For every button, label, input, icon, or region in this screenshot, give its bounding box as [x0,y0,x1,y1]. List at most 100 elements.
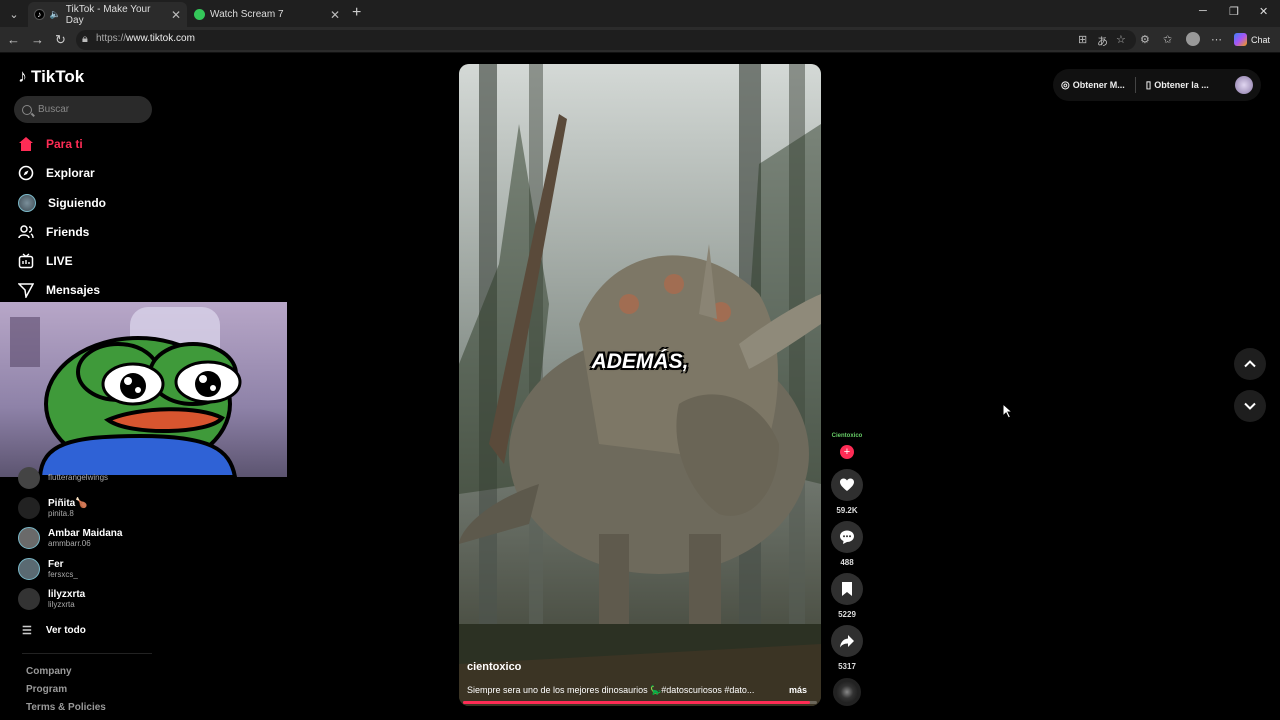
forward-button[interactable]: → [31,32,44,47]
following-row[interactable]: flutterangelwings [18,467,108,489]
following-row[interactable]: lilyzxrta lilyzxrta [18,588,85,610]
avatar [18,588,40,610]
tiktok-note-icon: ♪ [18,66,27,86]
favorite-star-icon[interactable]: ☆ [1116,33,1126,46]
video-progress-bar[interactable] [463,701,817,704]
get-app-button[interactable]: ▯ Obtener la ... [1146,80,1209,91]
tab-watch-scream[interactable]: Watch Scream 7 ✕ [188,2,346,27]
search-bar[interactable] [14,96,152,123]
extensions-icon[interactable]: ⚙ [1140,33,1150,46]
avatar [18,558,40,580]
nav-label: Explorar [46,166,95,180]
speaker-icon[interactable]: 🔈 [50,9,61,20]
tab-actions-menu-button[interactable]: ⌄ [4,4,24,24]
divider [1134,77,1136,93]
footer-link-company[interactable]: Company [26,666,72,677]
maximize-button[interactable]: ❐ [1229,5,1239,18]
avatar [18,527,40,549]
tiktok-app: ♪ TikTok Para ti Explorar Siguiendo Frie… [0,54,1280,720]
follow-plus-button[interactable]: + [840,445,854,459]
save-count: 5229 [838,610,856,619]
following-row[interactable]: Fer fersxcs_ [18,558,78,580]
comment-button[interactable] [831,521,863,553]
nav-live[interactable]: LIVE [18,253,73,269]
following-name: Ambar Maidana [48,527,123,539]
video-author[interactable]: cientoxico [467,661,521,673]
translate-icon[interactable]: あ [1097,33,1108,49]
coin-icon: ◎ [1061,79,1070,91]
video-player[interactable]: ADEMÁS, cientoxico Siempre sera uno de l… [459,64,821,706]
profile-avatar[interactable] [1186,32,1200,46]
comment-icon [840,530,854,544]
following-row[interactable]: Ambar Maidana ammbarr.06 [18,527,122,549]
share-icon [840,635,854,648]
close-tab-icon[interactable]: ✕ [330,8,340,22]
tab-tiktok[interactable]: ♪ 🔈 TikTok - Make Your Day ✕ [28,2,187,27]
previous-video-button[interactable] [1234,348,1266,380]
address-bar[interactable] [76,30,1136,50]
tiktok-logo[interactable]: ♪ TikTok [18,66,84,87]
divider [22,653,152,654]
nav-siguiendo[interactable]: Siguiendo [18,194,106,212]
following-row[interactable]: Piñita🍗 pinita.8 [18,497,88,519]
get-app-label: Obtener la ... [1154,80,1209,90]
nav-mensajes[interactable]: Mensajes [18,282,100,298]
like-count: 59.2K [836,506,858,515]
search-input[interactable] [38,104,138,115]
chevron-up-icon [1244,360,1256,368]
creator-avatar-text: Cientoxico [831,433,863,439]
close-window-button[interactable]: ✕ [1259,5,1268,18]
video-caption-text: ADEMÁS, [591,350,689,373]
close-tab-icon[interactable]: ✕ [171,8,181,22]
pepe-frog-image [37,336,242,477]
like-button[interactable] [831,469,863,501]
share-button[interactable] [831,625,863,657]
url-host: www.tiktok.com [126,33,195,44]
nav-label: Mensajes [46,283,101,297]
footer-link-program[interactable]: Program [26,684,67,695]
see-all-label: Ver todo [45,625,86,636]
minimize-button[interactable]: ─ [1199,5,1207,17]
following-handle: pinita.8 [48,508,74,518]
following-name: lilyzxrta [48,588,86,600]
following-name: Piñita🍗 [48,497,88,509]
nav-friends[interactable]: Friends [18,224,89,240]
music-disc-icon[interactable] [833,678,861,706]
more-menu-icon[interactable]: ⋯ [1211,33,1222,46]
next-video-button[interactable] [1234,390,1266,422]
lock-icon[interactable]: 🔒︎ [82,33,88,46]
get-coins-button[interactable]: ◎ Obtener M... [1061,80,1125,91]
chevron-down-icon [1244,402,1256,410]
reload-button[interactable]: ↻ [55,32,66,48]
tab-title: Watch Scream 7 [210,9,284,20]
triceratops-video-frame [459,64,821,706]
nav-para-ti[interactable]: Para ti [18,136,83,152]
favorites-icon[interactable]: ✩ [1163,33,1172,46]
url-text[interactable]: https://www.tiktok.com [96,33,195,44]
description-text: Siempre sera uno de los mejores dinosaur… [467,685,755,695]
nav-explorar[interactable]: Explorar [18,165,95,181]
new-tab-button[interactable]: + [352,4,361,22]
following-name: Fer [48,558,64,570]
compass-icon [18,165,34,181]
following-handle: lilyzxrta [48,599,75,609]
video-progress-fill [463,701,810,704]
webcam-overlay [0,302,287,477]
app-available-icon[interactable]: ⊞ [1078,33,1087,46]
tab-title: TikTok - Make Your Day [65,3,151,26]
logo-text: TikTok [31,66,85,86]
back-button[interactable]: ← [7,32,20,47]
share-count: 5317 [838,662,856,671]
copilot-icon [1234,33,1247,46]
copilot-chat-button[interactable]: Chat [1234,33,1270,46]
send-icon [18,282,34,298]
see-all-button[interactable]: ☰ Ver todo [22,624,86,637]
save-button[interactable] [831,573,863,605]
more-button[interactable]: más [789,685,807,695]
following-handle: flutterangelwings [48,473,109,482]
profile-avatar[interactable] [1235,76,1253,94]
footer-link-terms[interactable]: Terms & Policies [26,702,106,713]
top-actions-bar: ◎ Obtener M... ▯ Obtener la ... [1053,69,1261,101]
avatar [18,467,40,489]
site-favicon-icon [194,9,205,20]
